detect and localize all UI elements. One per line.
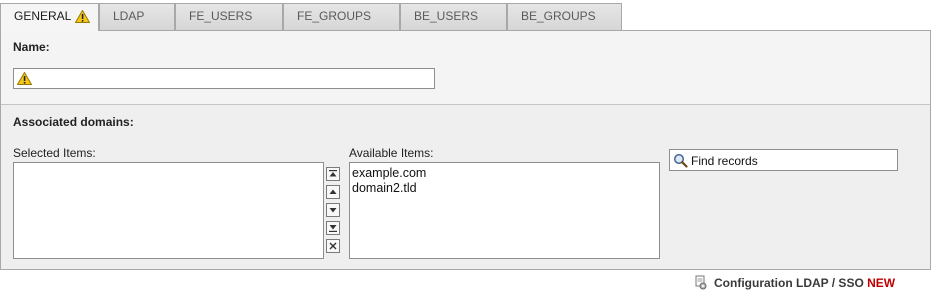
tab-general[interactable]: GENERAL [0, 3, 99, 31]
tab-be-users[interactable]: BE_USERS [400, 3, 507, 30]
find-records-field[interactable] [669, 149, 898, 171]
tab-be-groups[interactable]: BE_GROUPS [507, 3, 622, 30]
move-to-top-button[interactable] [326, 167, 340, 181]
tab-label: BE_USERS [414, 9, 479, 23]
remove-button[interactable] [326, 239, 340, 253]
move-to-bottom-button[interactable] [326, 221, 340, 235]
name-field[interactable] [13, 68, 435, 89]
name-section: Name: [1, 31, 930, 105]
configuration-icon [694, 275, 708, 293]
find-records-input[interactable] [689, 152, 893, 170]
warning-icon [74, 7, 91, 32]
list-item[interactable]: example.com [352, 166, 426, 180]
module-title-text: Configuration LDAP / SSO [714, 276, 864, 290]
move-down-button[interactable] [326, 203, 340, 217]
associated-domains-label: Associated domains: [13, 115, 134, 129]
tab-label: GENERAL [14, 9, 72, 23]
tab-label: LDAP [113, 9, 145, 23]
tab-bar: GENERAL LDAP FE_USERS FE_GROUPS BE_USERS… [0, 0, 931, 31]
move-up-icon [329, 189, 337, 194]
tab-fe-users[interactable]: FE_USERS [175, 3, 283, 30]
tab-fe-groups[interactable]: FE_GROUPS [283, 3, 400, 30]
move-to-top-icon [329, 170, 337, 177]
selected-items-label: Selected Items: [13, 146, 96, 160]
general-panel: Name: Associated domains: Selected Items… [0, 30, 931, 270]
name-label: Name: [13, 40, 50, 54]
tab-label: FE_USERS [189, 9, 253, 23]
remove-icon [329, 242, 337, 250]
move-up-button[interactable] [326, 185, 340, 199]
move-down-icon [329, 208, 337, 213]
name-input[interactable] [36, 70, 434, 89]
list-item[interactable]: domain2.tld [352, 181, 417, 195]
module-title: Configuration LDAP / SSO NEW [694, 275, 895, 291]
new-badge: NEW [867, 276, 896, 290]
warning-icon [16, 71, 33, 88]
available-items-label: Available Items: [349, 146, 434, 160]
move-to-bottom-icon [329, 225, 337, 232]
available-items-list[interactable]: example.com domain2.tld [349, 162, 660, 259]
tab-label: FE_GROUPS [297, 9, 372, 23]
tab-ldap[interactable]: LDAP [99, 3, 175, 30]
associated-domains-section: Associated domains: Selected Items: Avai… [1, 105, 930, 269]
selected-items-list[interactable] [13, 162, 324, 259]
tab-label: BE_GROUPS [521, 9, 596, 23]
magnifier-icon [673, 153, 688, 171]
